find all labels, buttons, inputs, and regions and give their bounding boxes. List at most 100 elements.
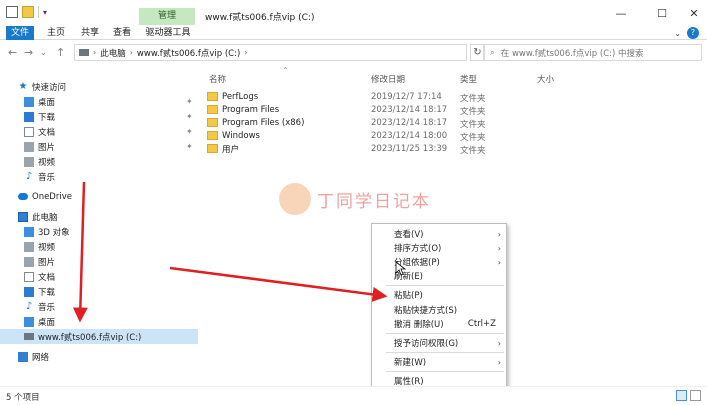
tab-home[interactable]: 主页 [44,26,68,40]
address-bar[interactable]: › 此电脑 › www.f贰ts006.f点vip (C:) › [74,44,467,61]
properties-icon[interactable] [6,6,18,18]
sidebar-item-desktop-pc[interactable]: 桌面 [0,314,198,329]
menu-item-paste[interactable]: 粘贴(P) [372,288,508,302]
column-header-size[interactable]: 大小 [537,73,554,85]
sidebar-item-documents[interactable]: 文档 [0,124,198,139]
new-folder-icon[interactable] [22,6,34,18]
sidebar-item-music-pc[interactable]: ♪ 音乐 [0,299,198,314]
sidebar-item-3d-objects[interactable]: 3D 对象 [0,224,198,239]
sidebar-item-label: 文档 [38,127,56,138]
file-name: Program Files (x86) [222,117,305,128]
customize-toolbar-chevron-icon[interactable]: ▾ [43,8,47,17]
manage-contextual-tab[interactable]: 管理 [139,8,195,25]
file-type: 文件夹 [460,133,486,143]
sort-up-chevron-icon: ⌃ [282,66,289,75]
menu-item-label: 分组依据(P) [394,258,440,268]
sidebar-item-label: 桌面 [38,317,56,328]
drive-icon [24,333,34,340]
expand-ribbon-chevron-icon[interactable]: ⌄ [674,29,681,38]
sidebar-item-pictures-pc[interactable]: 图片 [0,254,198,269]
menu-divider [386,285,504,286]
menu-item-label: 排序方式(O) [394,244,442,254]
file-date: 2023/11/25 13:39 [371,144,448,154]
large-icons-view-icon[interactable] [690,390,701,401]
breadcrumb-this-pc[interactable]: 此电脑 [100,47,126,59]
breadcrumb-drive[interactable]: www.f贰ts006.f点vip (C:) [137,47,240,59]
sidebar-item-label: 3D 对象 [38,227,70,238]
up-arrow-icon[interactable]: ↑ [56,46,65,59]
menu-divider [386,371,504,372]
folder-icon [207,92,218,101]
navigation-pane: ★ 快速访问 桌面 ✦ 下载 ✦ 文档 ✦ 图片 ✦ 视频 ♪ 音乐 OneDr… [0,65,198,386]
sidebar-item-this-pc[interactable]: 此电脑 [0,209,198,224]
submenu-chevron-icon: › [497,357,501,367]
tab-file[interactable]: 文件 [6,26,34,40]
menu-item-label: 新建(W) [394,358,427,368]
tab-share[interactable]: 共享 [78,26,102,40]
maximize-button[interactable]: ☐ [652,7,672,20]
menu-item-view[interactable]: 查看(V) › [372,227,508,241]
sidebar-item-downloads-pc[interactable]: 下载 [0,284,198,299]
forward-arrow-icon[interactable]: → [24,46,33,59]
minimize-button[interactable]: — [611,7,631,20]
pin-icon[interactable]: ✦ [186,97,193,106]
tab-drive-tools[interactable]: 驱动器工具 [142,26,194,40]
sidebar-item-downloads[interactable]: 下载 [0,109,198,124]
pin-icon[interactable]: ✦ [186,127,193,136]
sidebar-item-videos-pc[interactable]: 视频 [0,239,198,254]
folder-icon [207,105,218,114]
sidebar-item-pictures[interactable]: 图片 [0,139,198,154]
status-bar: 5 个项目 [0,386,707,405]
sidebar-item-label: 视频 [38,157,56,168]
sidebar-item-desktop[interactable]: 桌面 [0,94,198,109]
help-icon[interactable]: ? [687,27,699,39]
table-row[interactable]: PerfLogs [207,90,258,103]
window-title: www.f贰ts006.f点vip (C:) [205,13,315,23]
sidebar-item-label: 视频 [38,242,56,253]
menu-item-give-access[interactable]: 授予访问权限(G) › [372,336,508,350]
table-row[interactable]: Program Files [207,103,279,116]
sidebar-item-label: 下载 [38,112,56,123]
file-type: 文件夹 [460,94,486,104]
column-header-type[interactable]: 类型 [460,73,477,85]
folder-icon [207,144,218,153]
menu-item-label: 粘贴(P) [394,291,423,301]
tab-view[interactable]: 查看 [110,26,134,40]
menu-item-label: 粘贴快捷方式(S) [394,306,458,316]
sidebar-item-quick-access[interactable]: ★ 快速访问 [0,79,198,94]
sidebar-item-documents-pc[interactable]: 文档 [0,269,198,284]
close-button[interactable]: ✕ [684,7,704,20]
sidebar-item-videos[interactable]: 视频 [0,154,198,169]
menu-item-refresh[interactable]: 刷新(E) [372,269,508,283]
column-header-date[interactable]: 修改日期 [371,73,405,85]
details-view-icon[interactable] [676,390,687,401]
sidebar-item-label: 图片 [38,257,56,268]
back-arrow-icon[interactable]: ← [8,46,17,59]
file-date: 2023/12/14 18:17 [371,105,448,115]
search-input[interactable]: ⌕ 在 www.f贰ts006.f点vip (C:) 中搜索 [483,44,702,61]
menu-item-sort-by[interactable]: 排序方式(O) › [372,241,508,255]
menu-item-label: 刷新(E) [394,272,424,282]
network-icon [18,351,28,362]
sidebar-item-drive-c[interactable]: www.f贰ts006.f点vip (C:) [0,329,198,344]
sidebar-item-onedrive[interactable]: OneDrive [0,189,198,204]
table-row[interactable]: Program Files (x86) [207,116,304,129]
sidebar-item-network[interactable]: 网络 [0,349,198,364]
submenu-chevron-icon: › [497,229,501,239]
menu-item-new[interactable]: 新建(W) › [372,355,508,369]
sidebar-item-music[interactable]: ♪ 音乐 [0,169,198,184]
table-row[interactable]: 用户 [207,142,239,155]
column-header-name[interactable]: 名称 [209,73,226,85]
menu-item-paste-shortcut[interactable]: 粘贴快捷方式(S) [372,303,508,317]
menu-item-label: 查看(V) [394,230,424,240]
sidebar-item-label: 网络 [32,352,50,363]
recent-locations-chevron-icon[interactable]: ⌄ [40,48,47,57]
table-row[interactable]: Windows [207,129,260,142]
pin-icon[interactable]: ✦ [186,142,193,151]
pin-icon[interactable]: ✦ [186,112,193,121]
menu-item-undo-delete[interactable]: 撤消 删除(U) Ctrl+Z [372,317,508,331]
file-type: 文件夹 [460,107,486,117]
file-name: PerfLogs [222,91,259,102]
menu-item-group-by[interactable]: 分组依据(P) › [372,255,508,269]
cat-logo-icon [279,183,311,215]
